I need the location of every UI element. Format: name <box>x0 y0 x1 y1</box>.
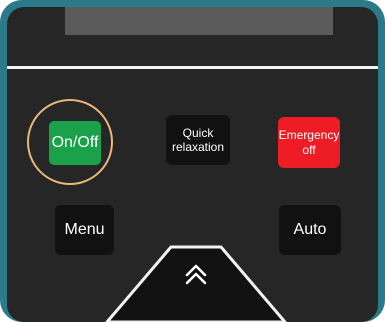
auto-label: Auto <box>293 221 327 239</box>
device-frame: On/Off Quick relaxation Emergency off Me… <box>0 0 385 322</box>
panel-divider <box>7 66 378 69</box>
auto-button[interactable]: Auto <box>279 205 341 255</box>
on-off-button[interactable]: On/Off <box>49 121 101 165</box>
display-screen <box>65 7 333 35</box>
menu-label: Menu <box>64 221 105 239</box>
menu-button[interactable]: Menu <box>55 205 114 255</box>
quick-relaxation-label: Quick relaxation <box>171 125 225 154</box>
on-off-label: On/Off <box>51 134 99 152</box>
control-panel: On/Off Quick relaxation Emergency off Me… <box>7 7 378 322</box>
quick-relaxation-button[interactable]: Quick relaxation <box>166 115 230 165</box>
up-button[interactable] <box>105 245 287 322</box>
emergency-off-button[interactable]: Emergency off <box>278 117 340 168</box>
emergency-off-label: Emergency off <box>278 128 340 157</box>
